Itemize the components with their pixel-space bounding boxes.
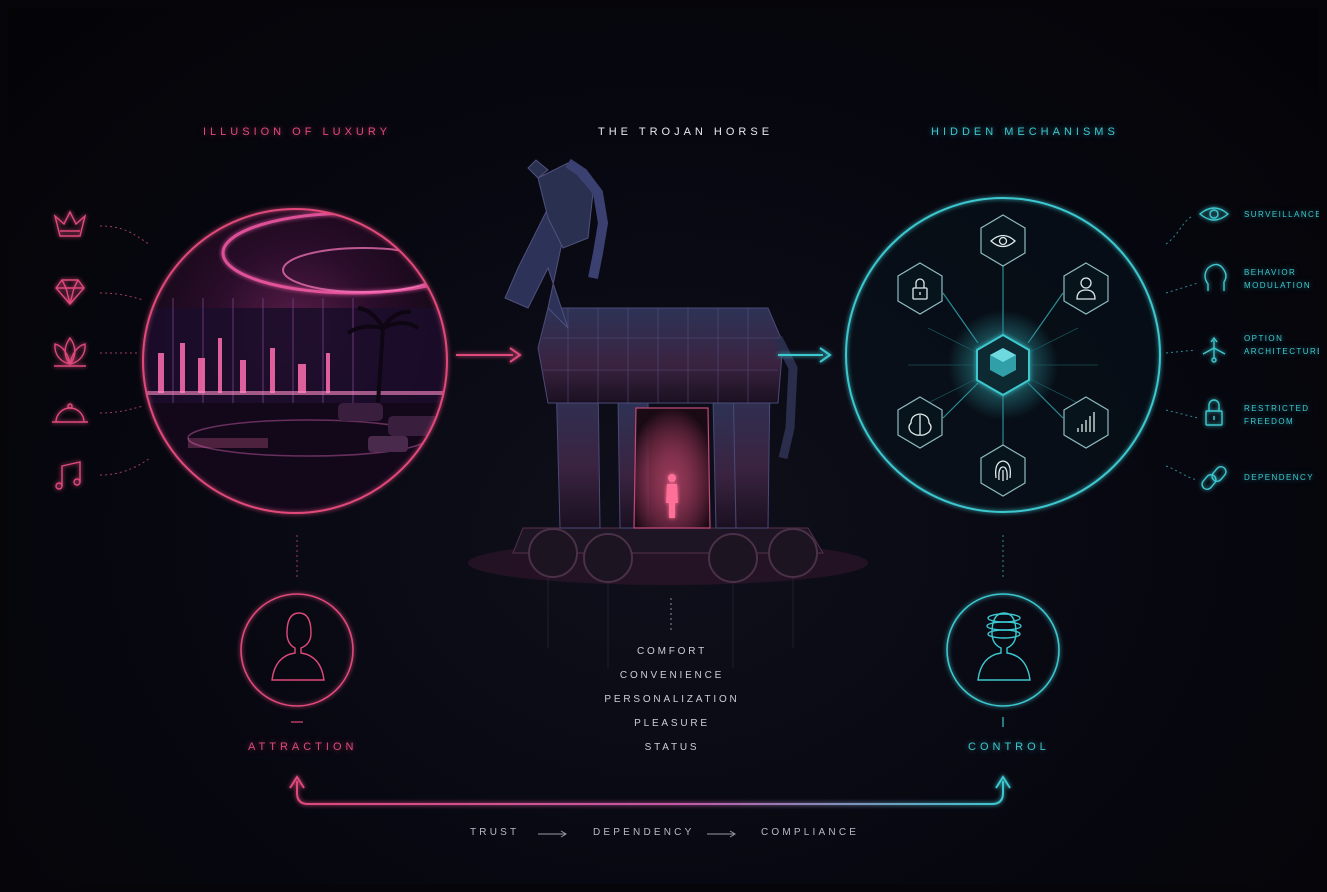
control-label: CONTROL <box>968 741 1050 753</box>
mechanisms-section-title: HIDDEN MECHANISMS <box>931 126 1119 138</box>
lock-icon <box>1205 399 1223 426</box>
flow-arrow-icon <box>707 830 736 838</box>
legend-label: DEPENDENCY <box>1244 473 1314 482</box>
crown-icon <box>53 210 87 237</box>
music-note-icon <box>55 461 81 490</box>
trait-item: PLEASURE <box>634 718 710 729</box>
legend-label: MODULATION <box>1244 281 1312 290</box>
trait-item: STATUS <box>644 742 700 753</box>
eye-icon <box>1198 207 1230 221</box>
legend-label: SURVEILLANCE <box>1244 210 1319 219</box>
legend-label: RESTRICTED <box>1244 404 1310 413</box>
legend-surveillance: SURVEILLANCE <box>1244 208 1319 221</box>
infographic-canvas: ILLUSION OF LUXURY THE TROJAN HORSE HIDD… <box>8 8 1319 884</box>
branching-arrows-icon <box>1202 336 1226 363</box>
trait-item: COMFORT <box>637 646 707 657</box>
legend-label: ARCHITECTURE <box>1244 347 1319 356</box>
feedback-loop-arrow <box>289 775 1011 805</box>
trait-item: CONVENIENCE <box>619 670 725 681</box>
flow-dependency: DEPENDENCY <box>593 827 695 838</box>
attraction-persona <box>240 593 354 707</box>
attraction-label: ATTRACTION <box>248 741 358 753</box>
luxury-section-title: ILLUSION OF LUXURY <box>203 126 391 138</box>
flow-arrow-icon <box>538 830 567 838</box>
controlled-head-icon <box>977 612 1031 681</box>
control-persona <box>946 593 1060 707</box>
flow-compliance: COMPLIANCE <box>761 827 860 838</box>
legend-label: FREEDOM <box>1244 417 1295 426</box>
legend-restricted-freedom: RESTRICTED FREEDOM <box>1244 402 1310 428</box>
mechanism-hub <box>845 197 1161 513</box>
head-icon <box>1204 263 1227 291</box>
horse-traits-list: COMFORT CONVENIENCE PERSONALIZATION PLEA… <box>571 640 773 760</box>
trojan-horse-title: THE TROJAN HORSE <box>598 126 774 138</box>
legend-label: OPTION <box>1244 334 1284 343</box>
lotus-icon <box>54 336 86 367</box>
cloche-icon <box>52 403 88 423</box>
legend-label: BEHAVIOR <box>1244 268 1297 277</box>
trojan-horse-illustration <box>468 158 868 668</box>
trait-item: PERSONALIZATION <box>604 694 740 705</box>
chain-link-icon <box>1201 466 1227 490</box>
arrow-right-icon <box>456 347 522 363</box>
luxury-scene <box>142 208 448 514</box>
flow-trust: TRUST <box>470 827 520 838</box>
legend-dependency: DEPENDENCY <box>1244 471 1314 484</box>
person-icon <box>271 612 325 681</box>
legend-option-architecture: OPTION ARCHITECTURE <box>1244 332 1319 358</box>
diamond-icon <box>55 279 85 306</box>
legend-behavior-modulation: BEHAVIOR MODULATION <box>1244 266 1311 292</box>
